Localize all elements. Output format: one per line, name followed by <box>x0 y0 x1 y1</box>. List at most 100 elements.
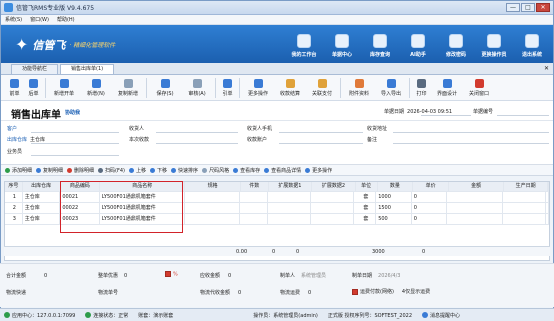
column-header[interactable]: 金额 <box>449 182 505 191</box>
maximize-button[interactable]: □ <box>521 3 535 12</box>
menu-window[interactable]: 窗口(W) <box>30 16 49 23</box>
freight-note[interactable]: 运费付款(网络) 4仅显示运费 <box>352 288 430 295</box>
grid-tool-5[interactable]: 下移 <box>150 167 167 174</box>
salesman-field[interactable]: 业务员 <box>7 148 22 155</box>
toolbar-button-7[interactable]: 引单 <box>218 76 237 100</box>
toolbar-button-9[interactable]: 收款结算 <box>274 76 306 100</box>
grid-tool-3[interactable]: 扫码(F4) <box>98 167 125 174</box>
menu-help[interactable]: 帮助(H) <box>57 16 75 23</box>
menu-system[interactable]: 系统(S) <box>5 16 22 23</box>
table-cell[interactable]: 主仓库 <box>23 214 61 224</box>
column-header[interactable]: 单位 <box>356 182 378 191</box>
table-cell[interactable]: 0 <box>412 192 448 202</box>
toolbar-button-1[interactable]: 后单 <box>24 76 43 100</box>
checkbox-icon[interactable] <box>352 288 358 295</box>
grid-tool-2[interactable]: 删除明细 <box>67 167 94 174</box>
grid-tool-10[interactable]: 更多操作 <box>305 167 332 174</box>
column-header[interactable]: 出库仓库 <box>23 182 61 191</box>
table-cell[interactable] <box>240 214 268 224</box>
column-header[interactable]: 规格 <box>185 182 241 191</box>
table-cell[interactable]: 0 <box>412 203 448 213</box>
receiver-field[interactable]: 收货人 <box>129 125 144 132</box>
table-cell[interactable] <box>268 203 312 213</box>
close-tab-icon[interactable]: ✕ <box>544 65 549 72</box>
table-cell[interactable]: 2 <box>5 203 23 213</box>
column-header[interactable]: 扩展数据1 <box>269 182 313 191</box>
table-cell[interactable] <box>311 192 355 202</box>
nav-exit[interactable]: 退出系统 <box>513 27 551 61</box>
table-cell[interactable]: 套 <box>354 192 377 202</box>
grid-tool-7[interactable]: 尺码风格 <box>202 167 229 174</box>
table-cell[interactable] <box>268 192 312 202</box>
column-header[interactable]: 生产日期 <box>504 182 548 191</box>
table-cell[interactable] <box>311 214 355 224</box>
grid-tool-1[interactable]: 复制明细 <box>36 167 63 174</box>
toolbar-button-13[interactable]: 打印 <box>412 76 431 100</box>
shipcost-value[interactable]: 0 <box>308 290 311 296</box>
table-cell[interactable]: 套 <box>354 203 377 213</box>
table-cell[interactable]: 1500 <box>376 203 412 213</box>
table-cell[interactable] <box>546 192 549 202</box>
column-header[interactable]: 备注 <box>547 182 549 191</box>
toolbar-button-3[interactable]: 新增(N) <box>80 76 112 100</box>
table-cell[interactable] <box>185 203 240 213</box>
table-cell[interactable] <box>268 214 312 224</box>
account-field[interactable]: 收款账户 <box>247 136 267 143</box>
nav-workbench[interactable]: 我的工作台 <box>285 27 323 61</box>
checkbox-icon[interactable] <box>165 271 171 277</box>
logistics-field[interactable]: 物流快递 <box>6 289 26 296</box>
nav-stock-query[interactable]: 库存查询 <box>361 27 399 61</box>
waybill-field[interactable]: 物流单号 <box>98 289 118 296</box>
nav-ai-assistant[interactable]: AI助手 <box>399 27 437 61</box>
table-cell[interactable] <box>503 192 546 202</box>
toolbar-button-2[interactable]: 新增开单 <box>48 76 80 100</box>
table-cell[interactable] <box>546 203 549 213</box>
customer-field[interactable]: 客户 <box>7 125 17 132</box>
column-header[interactable]: 单价 <box>413 182 449 191</box>
phone-field[interactable]: 收货人手机 <box>247 125 272 132</box>
table-cell[interactable]: 1 <box>5 192 23 202</box>
shipfee-field[interactable]: 物流代收金额 0 <box>200 289 241 296</box>
toolbar-button-6[interactable]: 审核(A) <box>181 76 213 100</box>
table-cell[interactable] <box>185 214 240 224</box>
toolbar-button-15[interactable]: 关闭窗口 <box>463 76 495 100</box>
toolbar-button-0[interactable]: 前单 <box>5 76 24 100</box>
table-cell[interactable] <box>240 203 268 213</box>
nav-change-password[interactable]: 修改密码 <box>437 27 475 61</box>
shipfee-value[interactable]: 0 <box>238 290 241 296</box>
grid-tool-8[interactable]: 查看库存 <box>233 167 260 174</box>
table-cell[interactable] <box>447 192 503 202</box>
table-cell[interactable] <box>546 214 549 224</box>
nav-switch-operator[interactable]: 更换操作员 <box>475 27 513 61</box>
toolbar-button-11[interactable]: 附件资料 <box>343 76 375 100</box>
toolbar-button-5[interactable]: 保存(S) <box>149 76 181 100</box>
tab-function-nav[interactable]: 功能导航栏 <box>11 64 59 74</box>
receipt-field[interactable]: 本次收款 <box>129 136 149 143</box>
toolbar-button-8[interactable]: 更多操作 <box>242 76 274 100</box>
address-field[interactable]: 收货地址 <box>367 125 387 132</box>
table-cell[interactable]: 500 <box>376 214 412 224</box>
grid-tool-4[interactable]: 上移 <box>129 167 146 174</box>
column-header[interactable]: 件数 <box>241 182 269 191</box>
status-msg[interactable]: 消息提醒中心 <box>422 312 460 319</box>
table-cell[interactable]: 3 <box>5 214 23 224</box>
status-msg-text[interactable]: 消息提醒中心 <box>430 313 460 319</box>
column-header[interactable]: 序号 <box>5 182 23 191</box>
grid-tool-0[interactable]: 添加明细 <box>5 167 32 174</box>
remark-field[interactable]: 备注 <box>367 136 377 143</box>
table-cell[interactable]: 主仓库 <box>23 203 61 213</box>
column-header[interactable]: 扩展数据2 <box>312 182 356 191</box>
discount-field[interactable]: 整单优惠 0 <box>98 272 127 279</box>
table-cell[interactable]: 主仓库 <box>23 192 61 202</box>
table-cell[interactable]: 1000 <box>376 192 412 202</box>
table-cell[interactable] <box>447 203 503 213</box>
toolbar-button-4[interactable]: 复制新增 <box>112 76 144 100</box>
table-cell[interactable]: 0 <box>412 214 448 224</box>
grid-tool-9[interactable]: 查看商品详情 <box>264 167 301 174</box>
toolbar-button-12[interactable]: 导入导出 <box>375 76 407 100</box>
close-button[interactable]: ✕ <box>536 3 550 12</box>
toolbar-button-14[interactable]: 界面设计 <box>431 76 463 100</box>
tab-sales-outbound[interactable]: 销售出库单(1) <box>60 64 115 74</box>
table-cell[interactable] <box>185 192 240 202</box>
discount-value[interactable]: 0 <box>124 273 127 279</box>
